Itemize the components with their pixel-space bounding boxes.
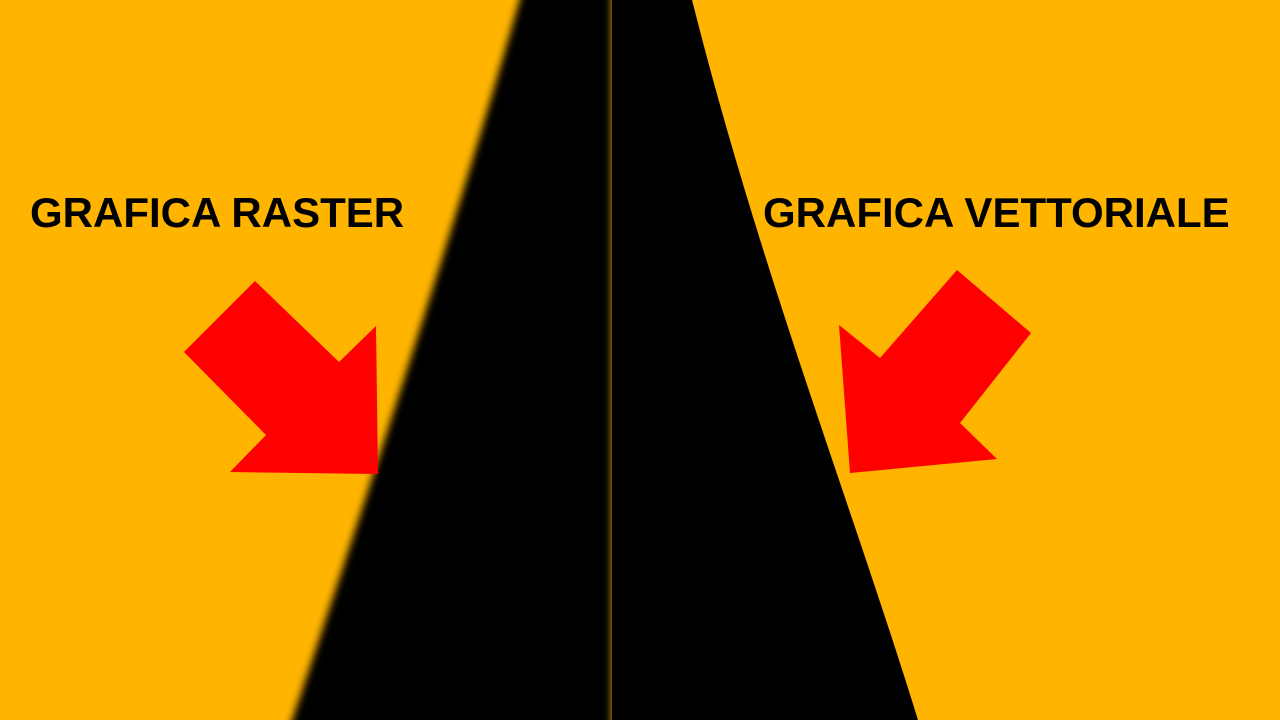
thumbnail-canvas: GRAFICA RASTER GRAFICA VETTORIALE <box>0 0 1280 720</box>
comparison-artwork <box>0 0 1280 720</box>
vector-label: GRAFICA VETTORIALE <box>763 189 1230 236</box>
raster-label: GRAFICA RASTER <box>30 189 405 236</box>
